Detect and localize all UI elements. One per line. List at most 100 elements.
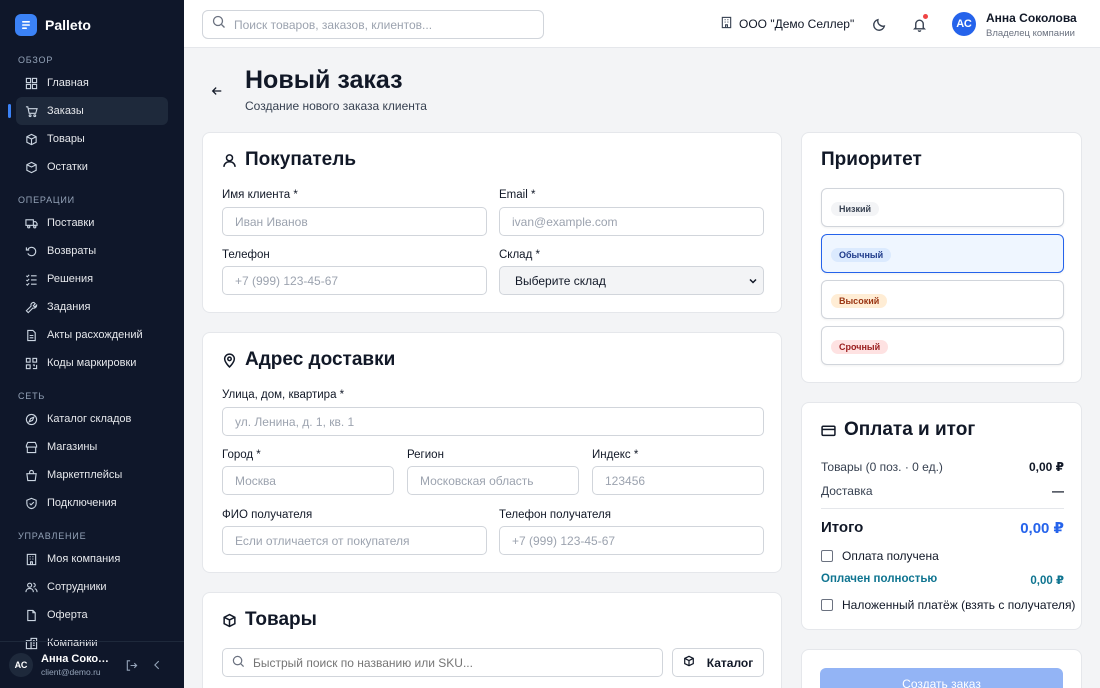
store-icon <box>25 441 38 454</box>
sidebar-nav: Обзор Главная Заказы Товары Остатки Опер… <box>0 52 184 657</box>
notification-dot <box>923 14 928 19</box>
sidebar-item-products[interactable]: Товары <box>16 125 168 153</box>
map-pin-icon <box>222 352 237 368</box>
region-input[interactable] <box>407 466 579 495</box>
client-name-input[interactable] <box>222 207 487 236</box>
summary-total-label: Итого <box>821 519 864 536</box>
create-order-button[interactable]: Создать заказ <box>820 668 1063 688</box>
brand[interactable]: Palleto <box>15 13 91 37</box>
cod-checkbox[interactable] <box>821 599 833 611</box>
payment-received-row[interactable]: Оплата получена <box>821 549 939 563</box>
cart-icon <box>25 105 38 118</box>
summary-items-value: 0,00 ₽ <box>1028 460 1064 474</box>
product-search-input[interactable] <box>253 655 643 670</box>
user-role: Владелец компании <box>986 28 1075 39</box>
recipient-phone-input[interactable] <box>499 526 764 555</box>
phone-input[interactable] <box>222 266 487 295</box>
marketplace-icon <box>25 469 38 482</box>
products-card: Товары Каталог <box>202 592 782 688</box>
sidebar-item-orders[interactable]: Заказы <box>8 97 168 125</box>
sidebar-item-label: Главная <box>47 77 89 89</box>
global-search[interactable] <box>202 10 544 39</box>
back-arrow-icon[interactable] <box>209 83 225 99</box>
sidebar-item-label: Сотрудники <box>47 581 107 593</box>
sidebar-item-returns[interactable]: Возвраты <box>16 237 168 265</box>
priority-option-low[interactable]: Низкий <box>821 188 1064 227</box>
buyer-card: Покупатель Имя клиента * Email * Телефон… <box>202 132 782 313</box>
collapse-sidebar-icon[interactable] <box>149 657 165 673</box>
product-search[interactable] <box>222 648 663 677</box>
summary-delivery-row: Доставка — <box>821 484 1064 498</box>
warehouse-select[interactable]: Выберите склад <box>499 266 764 295</box>
sidebar-item-deliveries[interactable]: Поставки <box>16 209 168 237</box>
box-icon <box>222 613 237 628</box>
recipient-input[interactable] <box>222 526 487 555</box>
box-icon <box>683 655 695 670</box>
company-switcher[interactable]: ООО "Демо Селлер" <box>720 16 854 32</box>
sidebar-item-connections[interactable]: Подключения <box>16 489 168 517</box>
recipient-label: ФИО получателя <box>222 509 313 521</box>
sidebar-item-discrepancy-acts[interactable]: Акты расхождений <box>16 321 168 349</box>
shield-icon <box>25 497 38 510</box>
sidebar-item-label: Поставки <box>47 217 95 229</box>
search-input[interactable] <box>234 17 534 32</box>
app-name: Palleto <box>45 17 91 33</box>
summary-delivery-label: Доставка <box>821 484 873 498</box>
user-menu[interactable]: Анна Соколова Владелец компании <box>986 11 1077 39</box>
priority-option-high[interactable]: Высокий <box>821 280 1064 319</box>
sidebar-item-stores[interactable]: Магазины <box>16 433 168 461</box>
priority-card: Приоритет Низкий Обычный Высокий Срочный <box>801 132 1082 383</box>
card-title-text: Покупатель <box>245 149 357 170</box>
sidebar-item-marketplaces[interactable]: Маркетплейсы <box>16 461 168 489</box>
sidebar-item-marking-codes[interactable]: Коды маркировки <box>16 349 168 377</box>
sidebar-item-label: Маркетплейсы <box>47 469 123 481</box>
box-icon <box>25 133 38 146</box>
sidebar-item-tasks[interactable]: Задания <box>16 293 168 321</box>
sidebar-item-employees[interactable]: Сотрудники <box>16 573 168 601</box>
file-icon <box>25 609 38 622</box>
sidebar-item-my-company[interactable]: Моя компания <box>16 545 168 573</box>
warehouse-select-value: Выберите склад <box>515 273 606 288</box>
priority-option-normal[interactable]: Обычный <box>821 234 1064 273</box>
avatar[interactable]: АС <box>9 653 33 677</box>
theme-toggle-icon[interactable] <box>870 15 888 33</box>
logout-icon[interactable] <box>123 657 139 673</box>
credit-card-icon <box>821 423 836 438</box>
company-name: ООО "Демо Селлер" <box>739 17 855 31</box>
sidebar-item-label: Заказы <box>47 105 84 117</box>
sidebar-user-name: Анна Соколова <box>41 653 113 665</box>
sidebar-item-label: Возвраты <box>47 245 97 257</box>
buyer-card-title: Покупатель <box>222 149 356 171</box>
sidebar: Palleto Обзор Главная Заказы Товары Оста… <box>0 0 184 688</box>
summary-delivery-value: — <box>1052 484 1064 498</box>
catalog-button[interactable]: Каталог <box>672 648 764 677</box>
nav-section-title: Сеть <box>18 391 46 401</box>
sidebar-item-home[interactable]: Главная <box>16 69 168 97</box>
sidebar-item-label: Товары <box>47 133 85 145</box>
street-input[interactable] <box>222 407 764 436</box>
page-title: Новый заказ <box>245 66 403 94</box>
building-icon <box>25 553 38 566</box>
sidebar-item-decisions[interactable]: Решения <box>16 265 168 293</box>
sidebar-item-label: Остатки <box>47 161 88 173</box>
avatar[interactable]: АС <box>952 12 976 36</box>
chevron-down-icon <box>749 278 757 284</box>
cod-row[interactable]: Наложенный платёж (взять с получателя) <box>821 598 1075 612</box>
priority-option-urgent[interactable]: Срочный <box>821 326 1064 365</box>
sidebar-item-label: Акты расхождений <box>47 329 143 341</box>
payment-card-title: Оплата и итог <box>821 419 975 441</box>
bell-icon[interactable] <box>910 14 928 33</box>
priority-badge: Срочный <box>831 340 889 354</box>
payment-received-checkbox[interactable] <box>821 550 833 562</box>
checklist-icon <box>25 273 38 286</box>
email-field[interactable] <box>499 207 764 236</box>
address-card-title: Адрес доставки <box>222 349 395 371</box>
city-input[interactable] <box>222 466 394 495</box>
sidebar-item-offer[interactable]: Оферта <box>16 601 168 629</box>
sidebar-item-stock[interactable]: Остатки <box>16 153 168 181</box>
sidebar-item-warehouse-catalog[interactable]: Каталог складов <box>16 405 168 433</box>
zip-input[interactable] <box>592 466 764 495</box>
grid-icon <box>25 77 38 90</box>
summary-items-label: Товары (0 поз. · 0 ед.) <box>821 460 943 474</box>
sidebar-user-email: client@demo.ru <box>41 667 101 677</box>
